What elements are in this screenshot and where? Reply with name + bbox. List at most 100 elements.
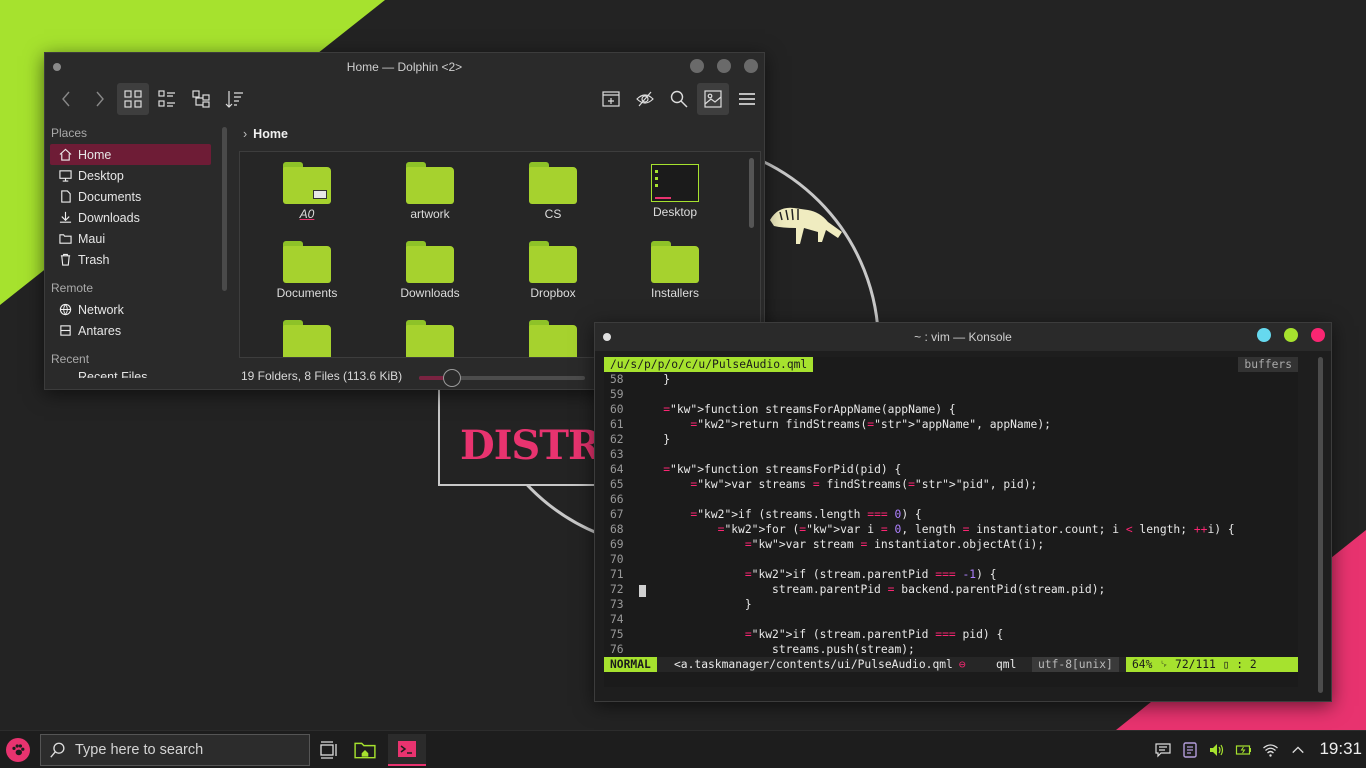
split-view-button[interactable]: [595, 83, 627, 115]
window-menu-icon[interactable]: [603, 333, 611, 341]
back-arrow-icon: [62, 91, 70, 107]
minimize-button[interactable]: [690, 59, 704, 73]
sidebar-item-antares[interactable]: Antares: [50, 320, 211, 341]
compact-view-button[interactable]: [151, 83, 183, 115]
terminal-scrollbar[interactable]: [1318, 357, 1323, 693]
sidebar-item-maui[interactable]: Maui: [50, 228, 211, 249]
places-scrollbar[interactable]: [222, 127, 227, 291]
eye-hidden-icon: [636, 91, 654, 107]
code-line: 75 ="kw2">if (stream.parentPid === pid) …: [604, 627, 1298, 642]
line-number: 58: [610, 373, 624, 386]
sidebar-item-documents[interactable]: Documents: [50, 186, 211, 207]
maximize-button[interactable]: [1284, 328, 1298, 342]
download-icon: [58, 211, 72, 225]
folder-icon: [406, 241, 454, 283]
dolphin-toolbar: [45, 81, 764, 117]
line-number: 62: [610, 433, 624, 446]
file-label: CS: [544, 207, 562, 221]
code-line: 74: [604, 612, 1298, 627]
battery-icon[interactable]: [1235, 741, 1252, 758]
sidebar-item-label: Maui: [78, 231, 106, 246]
folder-item[interactable]: [375, 320, 485, 357]
wifi-icon[interactable]: [1262, 741, 1279, 758]
sidebar-item-recent-files[interactable]: Recent Files: [50, 370, 211, 378]
folder-item[interactable]: Installers: [620, 241, 730, 317]
sidebar-item-downloads[interactable]: Downloads: [50, 207, 211, 228]
taskbar-konsole-button[interactable]: [388, 734, 426, 766]
compact-view-icon: [158, 90, 175, 107]
folder-item[interactable]: CS: [498, 162, 608, 238]
chevron-up-icon[interactable]: [1289, 741, 1306, 758]
sidebar-item-desktop[interactable]: Desktop: [50, 165, 211, 186]
sidebar-item-trash[interactable]: Trash: [50, 249, 211, 270]
window-menu-icon[interactable]: [53, 63, 61, 71]
clipboard-icon[interactable]: [1181, 741, 1198, 758]
code-editor[interactable]: 58 } 59 60 ="kw">function streamsForAppNam…: [604, 372, 1298, 657]
code-line: 72 stream.parentPid = backend.parentPid(…: [604, 582, 1298, 597]
line-number: 59: [610, 388, 624, 401]
folder-item[interactable]: Dropbox: [498, 241, 608, 317]
breadcrumb-home[interactable]: Home: [253, 127, 288, 141]
preview-button[interactable]: [697, 83, 729, 115]
vim-bufferline: /u/s/p/p/o/c/u/PulseAudio.qml buffers: [604, 357, 1298, 372]
folder-home-icon: [354, 742, 376, 759]
notifications-icon[interactable]: [1154, 741, 1171, 758]
chevron-right-icon: ›: [243, 127, 248, 141]
volume-icon[interactable]: [1208, 741, 1225, 758]
clock[interactable]: 19:31: [1319, 739, 1362, 759]
error-indicator: ⊖: [958, 658, 966, 671]
zoom-slider-handle[interactable]: [443, 369, 462, 387]
sidebar-item-home[interactable]: Home: [50, 144, 211, 165]
terminal-icon: [398, 741, 416, 757]
konsole-titlebar[interactable]: ~ : vim — Konsole: [595, 323, 1331, 351]
search-box[interactable]: Type here to search: [40, 734, 310, 766]
code-line: 60 ="kw">function streamsForAppName(appN…: [604, 402, 1298, 417]
forward-button[interactable]: [83, 83, 115, 115]
code-text: }: [636, 433, 671, 446]
search-button[interactable]: [663, 83, 695, 115]
minimize-button[interactable]: [1257, 328, 1271, 342]
places-panel: Places Home Desktop Documents Downloads …: [45, 123, 215, 389]
close-button[interactable]: [1311, 328, 1325, 342]
maximize-button[interactable]: [717, 59, 731, 73]
code-text: ="kw">var streams = findStreams(="str">"…: [690, 478, 1038, 491]
folder-item[interactable]: Documents: [252, 241, 362, 317]
folder-icon: [58, 232, 72, 246]
buffer-tab[interactable]: /u/s/p/p/o/c/u/PulseAudio.qml: [604, 357, 814, 372]
code-text: ="kw2">for (="kw">var i = 0, length = in…: [717, 523, 1235, 536]
dolphin-titlebar[interactable]: Home — Dolphin <2>: [45, 53, 764, 81]
terminal-area[interactable]: /u/s/p/p/o/c/u/PulseAudio.qml buffers 58…: [604, 357, 1298, 687]
close-button[interactable]: [744, 59, 758, 73]
recent-files-icon: [58, 370, 72, 378]
file-view-scrollbar[interactable]: [749, 158, 754, 228]
status-bar-text: 19 Folders, 8 Files (113.6 KiB): [241, 369, 403, 383]
split-panel-icon: [602, 91, 620, 107]
sidebar-item-network[interactable]: Network: [50, 299, 211, 320]
back-button[interactable]: [51, 83, 83, 115]
breadcrumb[interactable]: › Home: [239, 123, 764, 145]
code-line: 66: [604, 492, 1298, 507]
task-view-button[interactable]: [310, 734, 348, 766]
system-tray: [1154, 741, 1306, 758]
network-globe-icon: [58, 303, 72, 317]
folder-item[interactable]: [498, 320, 608, 357]
code-text: ="kw">var stream = instantiator.objectAt…: [744, 538, 1045, 551]
search-icon: [50, 742, 65, 758]
hidden-files-button[interactable]: [629, 83, 661, 115]
hamburger-menu-button[interactable]: [731, 83, 763, 115]
icons-view-button[interactable]: [117, 83, 149, 115]
folder-item[interactable]: Desktop: [620, 162, 730, 238]
zoom-slider[interactable]: [419, 369, 585, 387]
folder-item[interactable]: A0: [252, 162, 362, 238]
taskbar-dolphin-button[interactable]: [346, 734, 384, 766]
folder-item[interactable]: artwork: [375, 162, 485, 238]
sort-button[interactable]: [219, 83, 251, 115]
application-launcher-button[interactable]: [6, 738, 30, 762]
folder-icon: [406, 320, 454, 357]
folder-item[interactable]: Downloads: [375, 241, 485, 317]
details-view-button[interactable]: [185, 83, 217, 115]
filetype: qml: [996, 658, 1017, 671]
folder-item[interactable]: [252, 320, 362, 357]
search-placeholder: Type here to search: [75, 742, 204, 758]
search-icon: [670, 90, 688, 108]
